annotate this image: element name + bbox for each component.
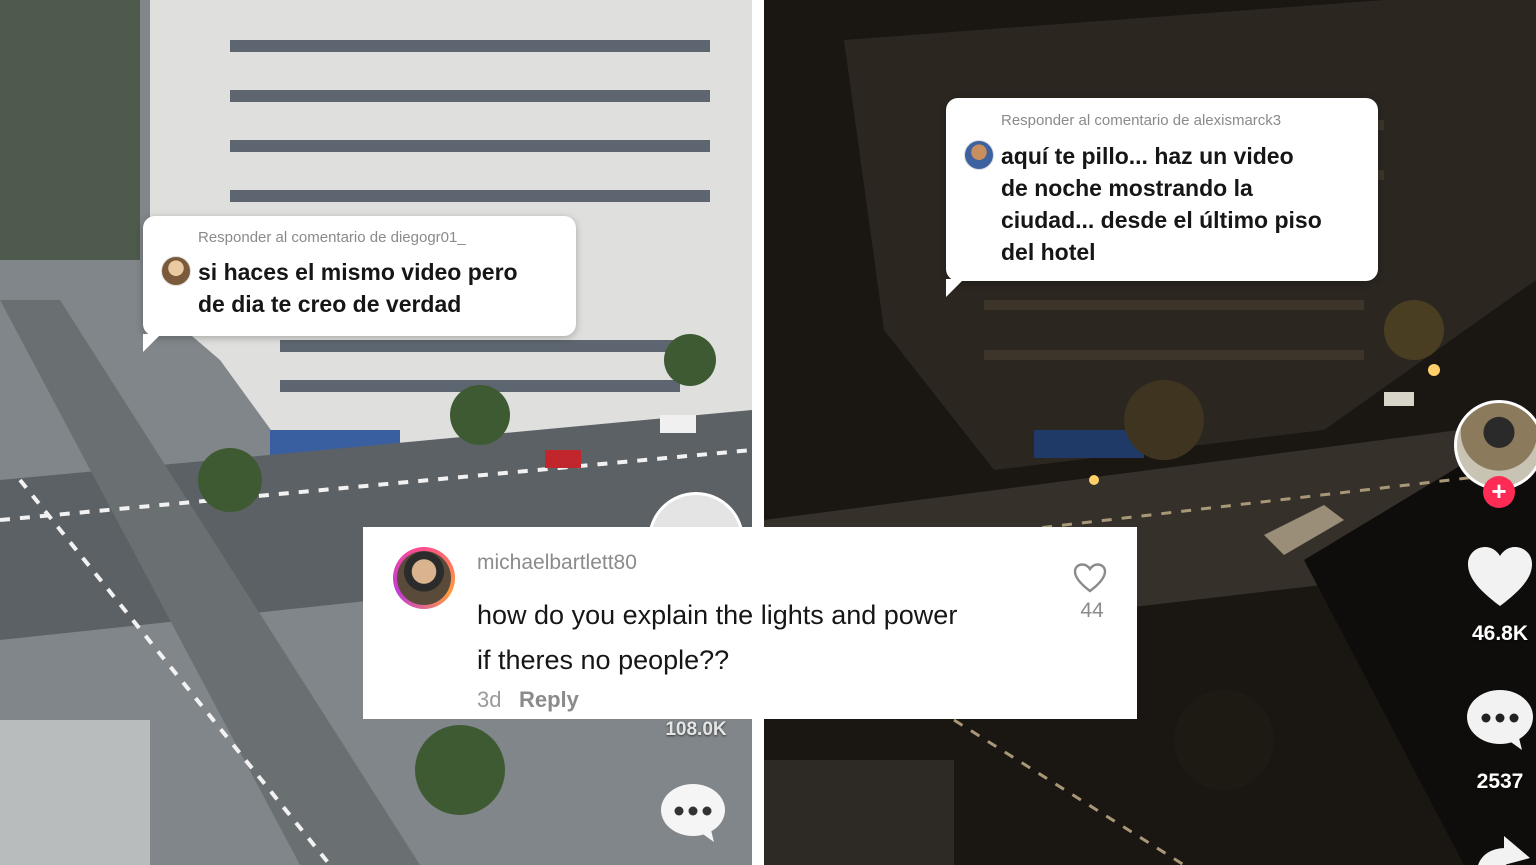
comment-bubble-icon [1467, 690, 1533, 750]
comment-button[interactable] [1466, 688, 1534, 752]
right-video-panel[interactable]: Responder al comentario de alexismarck3 … [764, 0, 1536, 865]
reply-text-line-1: si haces el mismo video pero [198, 259, 518, 285]
comment-icon[interactable] [660, 782, 726, 844]
heart-icon [1468, 547, 1532, 606]
reply-header: Responder al comentario de alexismarck3 [1001, 112, 1282, 129]
like-count: 46.8K [1471, 622, 1529, 645]
share-arrow-icon [1478, 836, 1530, 865]
follow-button[interactable]: + [1483, 476, 1515, 508]
commenter-avatar[interactable] [393, 547, 455, 609]
reply-comment-bubble: Responder al comentario de diegogr01_ si… [143, 216, 576, 352]
comment-text-line-1: how do you explain the lights and power [477, 600, 958, 630]
daytime-city-scene [0, 0, 752, 865]
comment-bubble-icon [661, 784, 725, 842]
comment-like-count: 44 [1080, 599, 1104, 622]
reply-text-line-4: del hotel [1001, 239, 1096, 265]
comment-text-line-2: if theres no people?? [477, 645, 730, 675]
like-button[interactable] [1466, 546, 1534, 608]
commenter-avatar [161, 256, 191, 286]
comment-text: how do you explain the lights and power … [477, 593, 1057, 683]
comment-like-button[interactable] [1073, 563, 1107, 593]
partial-count-label: 108.0K [665, 719, 727, 740]
comment-age: 3d [477, 687, 502, 712]
reply-text-line-1: aquí te pillo... haz un video [1001, 143, 1294, 169]
reply-text-line-2: de noche mostrando la [1001, 175, 1253, 201]
reply-text-line-3: ciudad... desde el último piso [1001, 207, 1322, 233]
reply-comment-bubble: Responder al comentario de alexismarck3 … [946, 98, 1378, 297]
reply-header: Responder al comentario de diegogr01_ [198, 229, 466, 246]
commenter-avatar [964, 140, 994, 170]
comment-count: 2537 [1476, 770, 1524, 793]
panel-divider [752, 0, 764, 865]
commenter-avatar-photo [397, 551, 451, 605]
share-button[interactable] [1476, 836, 1532, 865]
reply-button[interactable]: Reply [519, 687, 579, 713]
left-video-panel[interactable]: Responder al comentario de diegogr01_ si… [0, 0, 752, 865]
reply-text-line-2: de dia te creo de verdad [198, 291, 462, 317]
comment-card: michaelbartlett80 how do you explain the… [363, 527, 1137, 719]
heart-outline-icon [1073, 563, 1107, 593]
comment-username[interactable]: michaelbartlett80 [477, 551, 637, 575]
